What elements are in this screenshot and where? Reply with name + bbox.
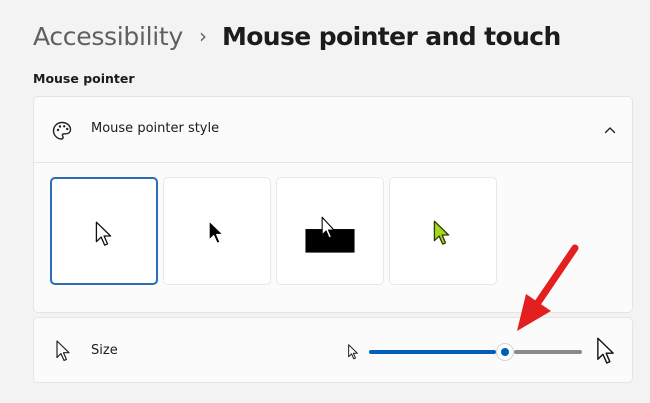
white-pointer-icon [95, 221, 112, 246]
mouse-pointer-style-header[interactable]: Mouse pointer style [34, 97, 632, 163]
pointer-style-custom-option[interactable] [389, 177, 497, 285]
black-pointer-icon [208, 220, 224, 244]
size-slider-fill [369, 350, 497, 354]
size-slider-remaining [514, 350, 582, 354]
inverted-pointer-icon [305, 216, 355, 253]
pointer-size-icon [56, 340, 70, 361]
breadcrumb-accessibility-link[interactable]: Accessibility [33, 22, 183, 51]
chevron-up-icon[interactable] [602, 122, 618, 138]
size-label: Size [91, 343, 118, 358]
small-pointer-icon [348, 344, 358, 360]
pointer-style-inverted-option[interactable] [276, 177, 384, 285]
mouse-pointer-style-label: Mouse pointer style [91, 121, 220, 136]
custom-color-pointer-icon [433, 220, 450, 245]
size-slider[interactable] [369, 343, 582, 361]
palette-icon [52, 121, 72, 140]
large-pointer-icon [597, 337, 614, 364]
section-title-mouse-pointer: Mouse pointer [33, 71, 135, 86]
pointer-style-white-option[interactable] [50, 177, 158, 285]
size-slider-thumb[interactable] [496, 343, 515, 361]
pointer-style-black-option[interactable] [163, 177, 271, 285]
page-title: Mouse pointer and touch [221, 21, 561, 51]
breadcrumb-separator: › [198, 24, 207, 48]
red-arrow-annotation [517, 244, 579, 331]
breadcrumb: Accessibility › Mouse pointer and touch [33, 16, 561, 56]
